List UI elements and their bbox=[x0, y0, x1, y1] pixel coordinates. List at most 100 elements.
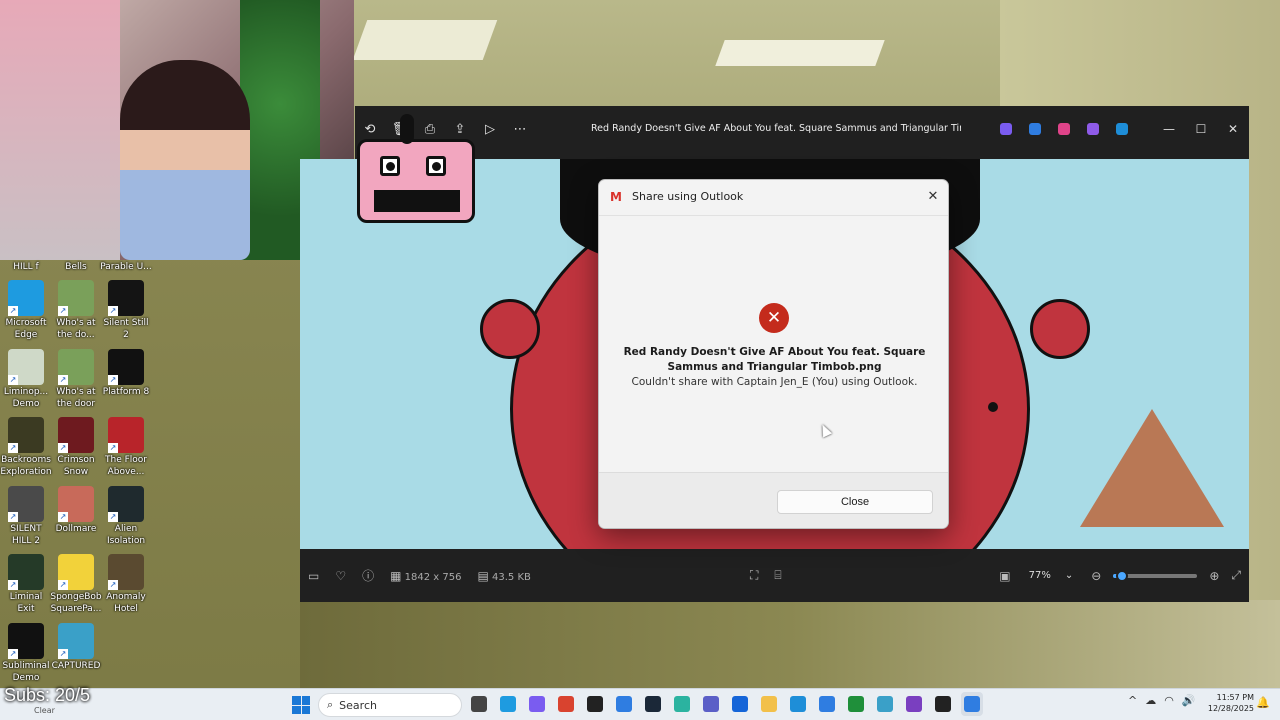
desktop-icon-label[interactable]: HILL f bbox=[0, 260, 52, 273]
folder-icon[interactable] bbox=[758, 692, 780, 716]
desktop-icon-label: The Floor Above... bbox=[105, 455, 147, 477]
notification-icon[interactable]: 🔔 bbox=[1256, 696, 1270, 709]
clipchamp-icon[interactable] bbox=[1084, 114, 1102, 144]
desktop-icon[interactable]: ↗ Liminop... Demo bbox=[0, 348, 52, 410]
crop-icon[interactable]: ⛶ bbox=[750, 568, 758, 583]
close-icon[interactable]: ✕ bbox=[922, 186, 944, 208]
scan-text-icon[interactable]: ⌸ bbox=[774, 568, 781, 583]
desktop-icon[interactable]: ↗ SpongeBob SquarePa... bbox=[50, 554, 102, 615]
slideshow-icon[interactable]: ▷ bbox=[479, 114, 501, 144]
vs-icon[interactable] bbox=[903, 692, 925, 716]
zoom-select[interactable]: 77% ⌄ bbox=[1023, 566, 1080, 585]
desktop-icon[interactable]: ↗ Who's at the do... bbox=[50, 280, 102, 341]
obs-icon[interactable] bbox=[932, 692, 954, 716]
edge-icon: ↗ bbox=[8, 280, 44, 316]
system-tray: ^ ☁ ◠ 🔊 bbox=[1128, 694, 1196, 707]
photos-icon[interactable] bbox=[961, 692, 983, 716]
desktop-icon-label-text: Bells bbox=[65, 262, 87, 272]
chevron-up-icon[interactable]: ^ bbox=[1128, 694, 1137, 707]
desktop-icon[interactable]: ↗ SILENT HILL 2 bbox=[0, 485, 52, 547]
epic-icon[interactable] bbox=[584, 692, 606, 716]
floor bbox=[300, 600, 1280, 690]
favorite-icon[interactable]: ♡ bbox=[335, 569, 346, 583]
onedrive-icon[interactable] bbox=[1113, 114, 1131, 144]
edge-icon[interactable] bbox=[497, 692, 519, 716]
more-icon[interactable]: ⋯ bbox=[509, 114, 531, 144]
teams-icon[interactable] bbox=[700, 692, 722, 716]
dark-icon: ↗ bbox=[108, 280, 144, 316]
network-icon[interactable]: ☁ bbox=[1145, 694, 1156, 707]
desktop-icon[interactable]: ↗ Platform 8 bbox=[100, 348, 152, 398]
info-icon[interactable]: ⓘ bbox=[362, 567, 374, 584]
copilot-icon[interactable] bbox=[526, 692, 548, 716]
clock[interactable]: 11:57 PM 12/28/2025 bbox=[1206, 692, 1254, 714]
maximize-button[interactable]: ☐ bbox=[1185, 114, 1217, 144]
eye bbox=[380, 156, 400, 176]
eye bbox=[426, 156, 446, 176]
desktop-icon[interactable]: ↗ Backrooms Exploration bbox=[0, 417, 52, 478]
paint-icon[interactable] bbox=[1055, 114, 1073, 144]
copilot-icon[interactable] bbox=[997, 114, 1015, 144]
desktop-icon[interactable]: ↗ Alien Isolation bbox=[100, 485, 152, 547]
desktop-icon[interactable]: ↗ Anomaly Hotel bbox=[100, 554, 152, 615]
shortcut-arrow-icon: ↗ bbox=[58, 580, 68, 590]
minimize-button[interactable]: — bbox=[1153, 114, 1185, 144]
shortcut-arrow-icon: ↗ bbox=[108, 443, 118, 453]
azure-icon[interactable] bbox=[613, 692, 635, 716]
shortcut-arrow-icon: ↗ bbox=[58, 443, 68, 453]
steam-icon[interactable] bbox=[642, 692, 664, 716]
snipping-icon[interactable] bbox=[671, 692, 693, 716]
shortcut-arrow-icon: ↗ bbox=[108, 511, 118, 522]
desktop-icon[interactable]: ↗ Who's at the door bbox=[50, 348, 102, 410]
shortcut-arrow-icon: ↗ bbox=[58, 648, 68, 659]
zoom-slider-knob[interactable] bbox=[1115, 569, 1128, 582]
desktop-icon-label: Subliminal Demo bbox=[2, 660, 50, 683]
subs-counter: Subs: 20/5 bbox=[4, 685, 91, 705]
status-center: ⛶ ⌸ bbox=[750, 549, 782, 602]
zoom-in-icon[interactable]: ⊕ bbox=[1209, 569, 1219, 583]
desktop-icon-label[interactable]: Bells bbox=[50, 260, 102, 273]
game-icon[interactable] bbox=[874, 692, 896, 716]
shortcut-arrow-icon: ↗ bbox=[8, 443, 18, 453]
desktop-icon[interactable]: ↗ The Floor Above... bbox=[100, 417, 152, 478]
desktop-icon[interactable]: ↗ Microsoft Edge bbox=[0, 280, 52, 341]
mail-icon[interactable] bbox=[787, 692, 809, 716]
error-icon: ✕ bbox=[759, 303, 789, 333]
close-window-button[interactable]: ✕ bbox=[1217, 114, 1249, 144]
volume-icon[interactable]: 🔊 bbox=[1182, 694, 1196, 707]
desktop-icon[interactable]: ↗ Crimson Snow bbox=[50, 417, 102, 478]
store-icon[interactable] bbox=[816, 692, 838, 716]
search-box[interactable]: ⌕ Search bbox=[318, 693, 462, 717]
mouth bbox=[374, 190, 460, 212]
desktop-icon-label: Who's at the do... bbox=[56, 318, 96, 340]
wifi-icon[interactable]: ◠ bbox=[1164, 694, 1174, 707]
designer-icon[interactable] bbox=[1026, 114, 1044, 144]
zoom-out-icon[interactable]: ⊖ bbox=[1091, 569, 1101, 583]
desktop-icon[interactable]: ↗ CAPTURED bbox=[50, 622, 102, 672]
file-size: ▤ 43.5 KB bbox=[477, 569, 530, 583]
subliminal-icon: ↗ bbox=[8, 622, 44, 659]
desktop-icon-label-text: Parable U... bbox=[100, 262, 152, 272]
dropbox-icon[interactable] bbox=[729, 692, 751, 716]
start-button[interactable] bbox=[292, 696, 310, 714]
desktop-icon-label: Liminop... Demo bbox=[3, 386, 49, 409]
taskbar-apps bbox=[468, 692, 983, 716]
fit-icon[interactable]: ▣ bbox=[999, 569, 1010, 583]
close-button[interactable]: Close bbox=[777, 490, 933, 514]
desktop-icon-label[interactable]: Parable U... bbox=[100, 260, 152, 273]
dialog-header: M Share using Outlook ✕ bbox=[599, 180, 948, 216]
desktop-icon-label-text: HILL f bbox=[13, 262, 39, 272]
zoom-slider[interactable] bbox=[1113, 569, 1198, 582]
hotel-icon: ↗ bbox=[108, 554, 144, 590]
xbox-icon[interactable] bbox=[845, 692, 867, 716]
desktop-icon[interactable]: ↗ Liminal Exit bbox=[0, 554, 52, 615]
hydrant-icon: ↗ bbox=[108, 417, 144, 453]
chrome-icon[interactable] bbox=[555, 692, 577, 716]
filmstrip-icon[interactable]: ▭ bbox=[308, 569, 319, 583]
desktop-icon[interactable]: ↗ Silent Still 2 bbox=[100, 280, 152, 341]
fullscreen-icon[interactable]: ⤢ bbox=[1231, 568, 1241, 583]
desktop-icon-label: Liminal Exit bbox=[9, 592, 43, 614]
file-manager-icon[interactable] bbox=[468, 692, 490, 716]
desktop-icon[interactable]: ↗ Subliminal Demo bbox=[0, 622, 52, 684]
desktop-icon[interactable]: ↗ Dollmare bbox=[50, 485, 102, 535]
